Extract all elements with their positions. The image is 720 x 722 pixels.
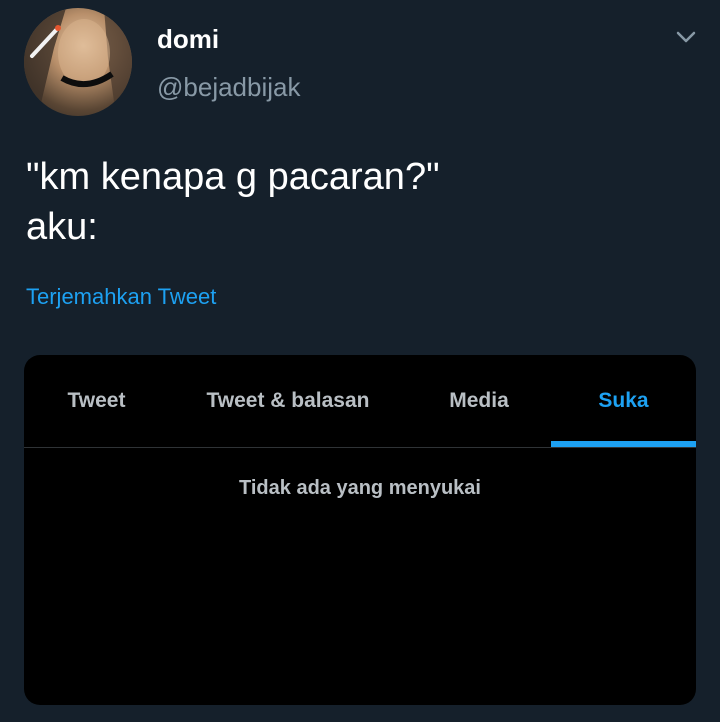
translate-tweet-link[interactable]: Terjemahkan Tweet [26, 284, 216, 310]
profile-tabs: Tweet Tweet & balasan Media Suka [24, 355, 696, 448]
chevron-down-icon[interactable] [672, 26, 700, 48]
active-tab-indicator [551, 441, 696, 447]
tweet-line: aku: [26, 206, 98, 248]
tweet-text: "km kenapa g pacaran?" aku: [26, 152, 686, 252]
tab-media[interactable]: Media [407, 355, 551, 447]
tab-tweet[interactable]: Tweet [24, 355, 169, 447]
user-handle[interactable]: @bejadbijak [157, 72, 300, 103]
avatar[interactable] [24, 8, 132, 116]
tweet: domi @bejadbijak "km kenapa g pacaran?" … [0, 0, 720, 722]
tweet-line: "km kenapa g pacaran?" [26, 156, 440, 198]
display-name[interactable]: domi [157, 24, 219, 55]
empty-state-message: Tidak ada yang menyukai [239, 477, 481, 499]
tab-likes[interactable]: Suka [551, 355, 696, 447]
avatar-photo [24, 8, 132, 116]
embedded-profile-card: Tweet Tweet & balasan Media Suka Tidak a… [24, 355, 696, 705]
tab-tweet-replies[interactable]: Tweet & balasan [169, 355, 407, 447]
